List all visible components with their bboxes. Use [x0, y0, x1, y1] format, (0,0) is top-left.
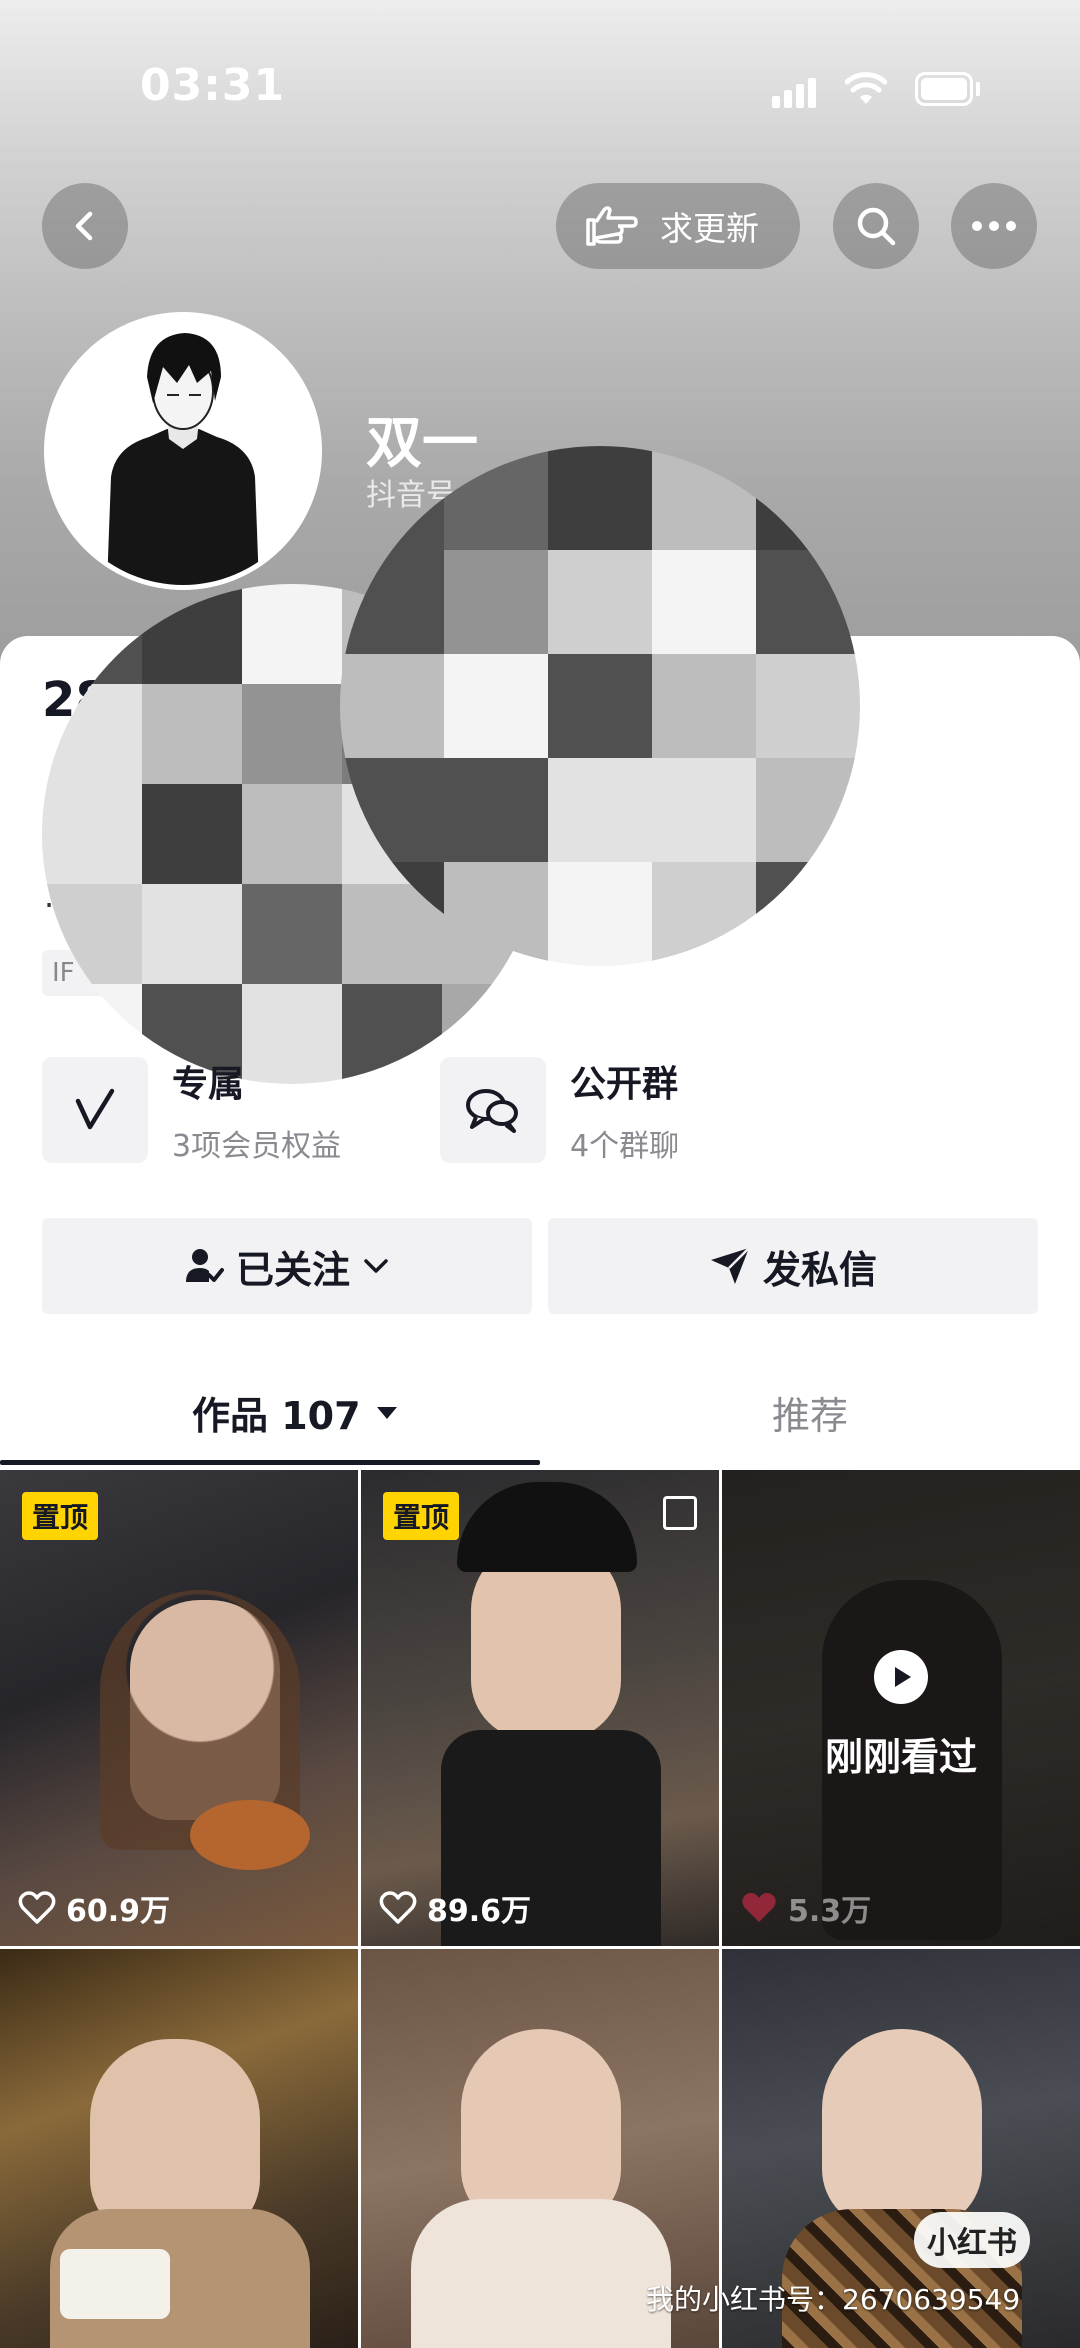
search-icon: [857, 207, 896, 246]
search-button[interactable]: [833, 183, 919, 269]
group-chat-icon-tile: [440, 1057, 546, 1163]
privacy-mosaic: [340, 446, 860, 966]
mosaic-tile: [652, 550, 756, 654]
multi-image-icon: [663, 1496, 697, 1530]
avatar[interactable]: [44, 312, 322, 590]
profile-name: 双一: [366, 411, 478, 476]
xiaohongshu-watermark-text: 我的小红书号：2670639549: [646, 2283, 1021, 2316]
followed-label: 已关注: [235, 1247, 350, 1292]
mosaic-tile: [242, 584, 342, 684]
mosaic-tile: [242, 784, 342, 884]
mosaic-tile: [548, 550, 652, 654]
public-group-entry[interactable]: 公开群 4个群聊: [440, 1056, 679, 1164]
heart-outline-icon: [18, 1891, 56, 1924]
request-update-button[interactable]: 求更新: [556, 183, 800, 269]
video-likes-count: 89.6万: [427, 1894, 532, 1929]
membership-entry[interactable]: 专属 3项会员权益: [42, 1056, 341, 1164]
mosaic-tile: [142, 784, 242, 884]
pointing-hand-icon: [586, 206, 638, 246]
chat-bubbles-icon: [466, 1089, 518, 1133]
more-dots-icon: [972, 221, 1016, 231]
heart-outline-icon: [379, 1891, 417, 1924]
play-icon: [874, 1650, 928, 1704]
tab-works-label: 作品 107: [192, 1394, 361, 1438]
video-likes-count: 5.3万: [788, 1894, 872, 1929]
mosaic-tile: [242, 884, 342, 984]
mosaic-tile: [42, 784, 142, 884]
followed-button[interactable]: 已关注: [42, 1218, 532, 1314]
mosaic-tile: [444, 550, 548, 654]
paper-plane-icon: [710, 1247, 750, 1284]
membership-title: 专属: [172, 1064, 245, 1105]
request-update-label: 求更新: [660, 209, 759, 248]
cellular-signal-icon: [772, 76, 816, 108]
video-thumbnail[interactable]: 置顶 89.6万: [361, 1470, 719, 1946]
battery-tip: [976, 82, 980, 96]
mosaic-tile: [142, 884, 242, 984]
membership-subtitle: 3项会员权益: [172, 1129, 342, 1164]
mosaic-tile: [652, 758, 756, 862]
profile-page: 03:31 求更新 双一 抖音号 28 · IF 专属 3项会员权益 公开群 4…: [0, 0, 1080, 2348]
pinned-badge: 置顶: [383, 1492, 460, 1540]
video-thumbnail[interactable]: 置顶 60.9万: [0, 1470, 358, 1946]
video-likes: 89.6万: [379, 1886, 531, 1930]
thumbnail-body: [411, 2199, 671, 2348]
mosaic-tile: [444, 758, 548, 862]
send-message-button[interactable]: 发私信: [548, 1218, 1038, 1314]
mosaic-tile: [756, 654, 860, 758]
mosaic-tile: [444, 654, 548, 758]
caret-down-icon: [376, 1406, 397, 1419]
video-likes-count: 60.9万: [66, 1894, 171, 1929]
user-check-icon: [185, 1249, 224, 1282]
watched-overlay: [722, 1470, 1080, 1946]
battery-icon: [915, 72, 973, 106]
video-grid: 置顶 60.9万 置顶 89.6万 刚刚看过 5.3万: [0, 1470, 1080, 2348]
mosaic-tile: [548, 654, 652, 758]
public-group-title: 公开群: [570, 1064, 679, 1105]
mosaic-tile: [142, 684, 242, 784]
thumbnail-food-box: [60, 2249, 170, 2319]
xiaohongshu-watermark-badge: 小红书: [914, 2212, 1030, 2268]
back-button[interactable]: [42, 183, 128, 269]
thumbnail-subject: [822, 2029, 982, 2229]
public-group-subtitle: 4个群聊: [570, 1129, 680, 1164]
tab-recommend[interactable]: 推荐: [772, 1385, 848, 1440]
more-button[interactable]: [951, 183, 1037, 269]
wifi-icon: [845, 72, 887, 104]
tab-works[interactable]: 作品 107: [192, 1385, 399, 1440]
mosaic-tile: [340, 654, 444, 758]
thumbnail-food: [190, 1800, 310, 1870]
mosaic-tile: [652, 654, 756, 758]
avatar-illustration: [49, 317, 317, 585]
video-thumbnail[interactable]: [0, 1949, 358, 2348]
mosaic-tile: [548, 446, 652, 550]
tab-recommend-label: 推荐: [772, 1394, 849, 1438]
video-likes: 5.3万: [740, 1886, 871, 1930]
just-watched-label: 刚刚看过: [824, 1735, 977, 1779]
mosaic-tile: [548, 758, 652, 862]
mosaic-tile: [548, 862, 652, 966]
status-time: 03:31: [140, 60, 286, 111]
video-likes: 60.9万: [18, 1886, 170, 1930]
chevron-left-icon: [75, 211, 93, 241]
membership-icon-tile: [42, 1057, 148, 1163]
status-bar: 03:31: [0, 60, 1080, 120]
chevron-down-icon: [364, 1259, 388, 1273]
heart-filled-icon: [742, 1893, 776, 1922]
thumbnail-cap: [457, 1482, 637, 1572]
mosaic-tile: [242, 684, 342, 784]
video-thumbnail[interactable]: 刚刚看过 5.3万: [722, 1470, 1080, 1946]
tab-indicator: [0, 1460, 540, 1465]
send-message-label: 发私信: [762, 1247, 877, 1292]
v-check-icon: [75, 1088, 115, 1130]
pinned-badge: 置顶: [22, 1492, 99, 1540]
